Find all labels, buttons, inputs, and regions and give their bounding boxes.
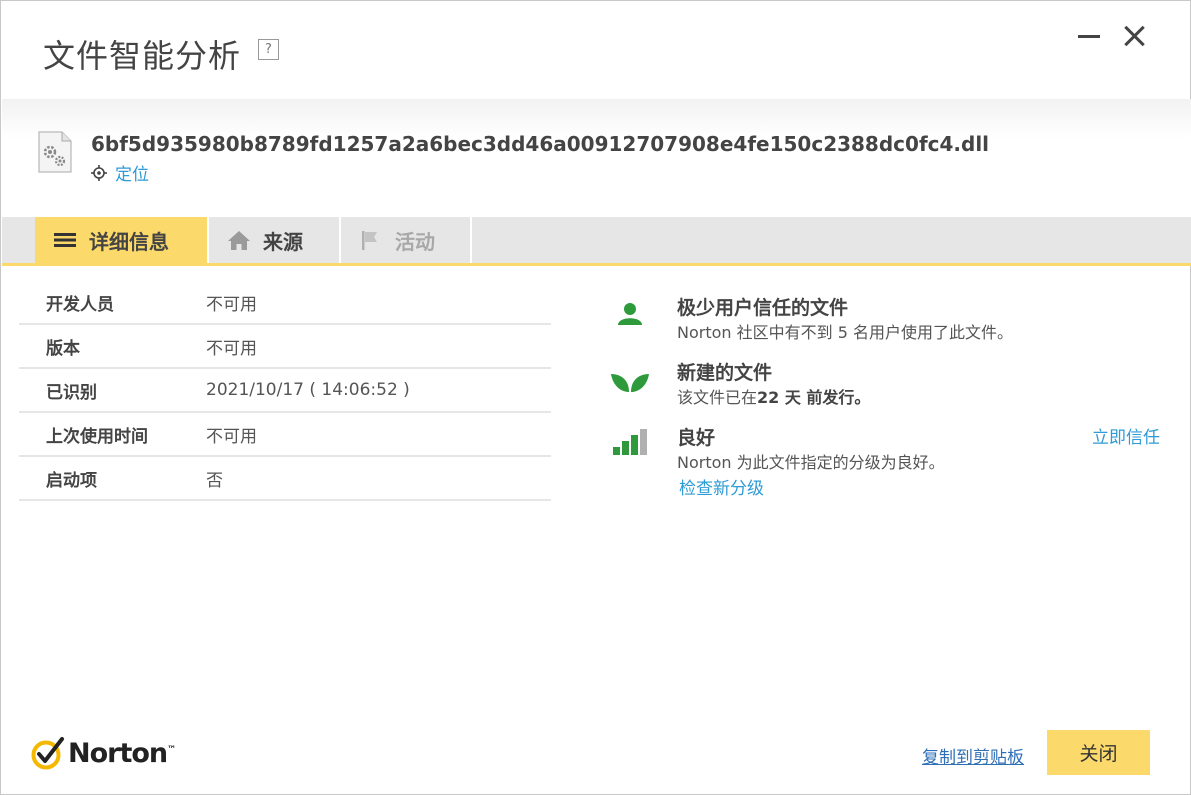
table-row: 上次使用时间 不可用 <box>19 413 551 457</box>
detail-value: 2021/10/17 ( 14:06:52 ) <box>206 380 410 400</box>
age-desc-days: 22 天 前发行。 <box>757 388 871 407</box>
rating-description: Norton 为此文件指定的分级为良好。 <box>677 453 945 472</box>
check-new-rating-link[interactable]: 检查新分级 <box>679 474 764 499</box>
window-title: 文件智能分析 <box>43 37 242 75</box>
rating-title: 良好 <box>677 427 716 449</box>
close-button[interactable]: 关闭 <box>1047 730 1150 775</box>
trust-insight: 极少用户信任的文件 Norton 社区中有不到 5 名用户使用了此文件。 <box>601 293 1181 343</box>
age-insight: 新建的文件 该文件已在22 天 前发行。 <box>601 358 1181 408</box>
file-gear-icon <box>38 131 72 173</box>
trademark: ™ <box>167 744 176 755</box>
age-desc-prefix: 该文件已在 <box>677 388 758 407</box>
detail-key: 开发人员 <box>46 294 114 315</box>
detail-key: 版本 <box>46 338 80 359</box>
detail-key: 上次使用时间 <box>46 426 148 447</box>
locate-link[interactable]: 定位 <box>91 160 149 185</box>
detail-value: 不可用 <box>206 294 257 315</box>
detail-value: 不可用 <box>206 426 257 447</box>
trust-description: Norton 社区中有不到 5 名用户使用了此文件。 <box>677 323 1013 342</box>
detail-key: 启动项 <box>46 470 97 491</box>
tab-activity-label: 活动 <box>395 229 435 254</box>
signal-bar <box>622 441 629 455</box>
tab-details-label: 详细信息 <box>89 229 169 254</box>
signal-bar <box>613 447 620 455</box>
age-description: 该文件已在22 天 前发行。 <box>677 384 870 408</box>
leaf-icon <box>611 374 649 392</box>
file-name: 6bf5d935980b8789fd1257a2a6bec3dd46a00912… <box>91 132 990 156</box>
list-icon <box>54 233 76 247</box>
table-row: 已识别 2021/10/17 ( 14:06:52 ) <box>19 369 551 413</box>
crosshair-icon <box>91 164 107 181</box>
details-table: 开发人员 不可用 版本 不可用 已识别 2021/10/17 ( 14:06:5… <box>19 281 551 501</box>
signal-bar <box>640 429 647 455</box>
age-title: 新建的文件 <box>677 362 773 384</box>
detail-value: 否 <box>206 470 223 491</box>
table-row: 开发人员 不可用 <box>19 281 551 325</box>
tab-bar: 详细信息 来源 活动 <box>2 217 1191 266</box>
detail-value: 不可用 <box>206 338 257 359</box>
trust-now-link[interactable]: 立即信任 <box>1092 423 1160 448</box>
tab-source-label: 来源 <box>263 229 303 254</box>
close-icon[interactable] <box>1121 23 1149 51</box>
table-row: 版本 不可用 <box>19 325 551 369</box>
tab-activity[interactable]: 活动 <box>341 217 472 263</box>
tab-source[interactable]: 来源 <box>209 217 341 263</box>
file-insight-window: 文件智能分析 ? 6bf5d935980b8789fd1257a2a6bec3d… <box>0 0 1191 795</box>
norton-check-icon <box>31 737 64 770</box>
brand-name: Norton <box>68 737 168 769</box>
flag-icon <box>362 231 377 250</box>
trust-title: 极少用户信任的文件 <box>677 297 849 319</box>
copy-to-clipboard-link[interactable]: 复制到剪贴板 <box>922 743 1024 768</box>
table-row: 启动项 否 <box>19 457 551 501</box>
home-icon <box>228 231 250 250</box>
signal-bar <box>631 435 638 455</box>
user-icon <box>618 303 642 325</box>
norton-logo: Norton™ <box>31 736 176 770</box>
file-header-band <box>2 99 1191 217</box>
minimize-button[interactable] <box>1078 21 1102 51</box>
detail-key: 已识别 <box>46 382 97 403</box>
rating-insight: 良好 Norton 为此文件指定的分级为良好。 检查新分级 立即信任 <box>601 423 1181 503</box>
locate-label: 定位 <box>115 165 149 185</box>
signal-bars-icon <box>613 429 647 455</box>
help-icon[interactable]: ? <box>258 39 279 60</box>
tab-details[interactable]: 详细信息 <box>35 217 209 263</box>
norton-brand-text: Norton™ <box>68 737 176 769</box>
